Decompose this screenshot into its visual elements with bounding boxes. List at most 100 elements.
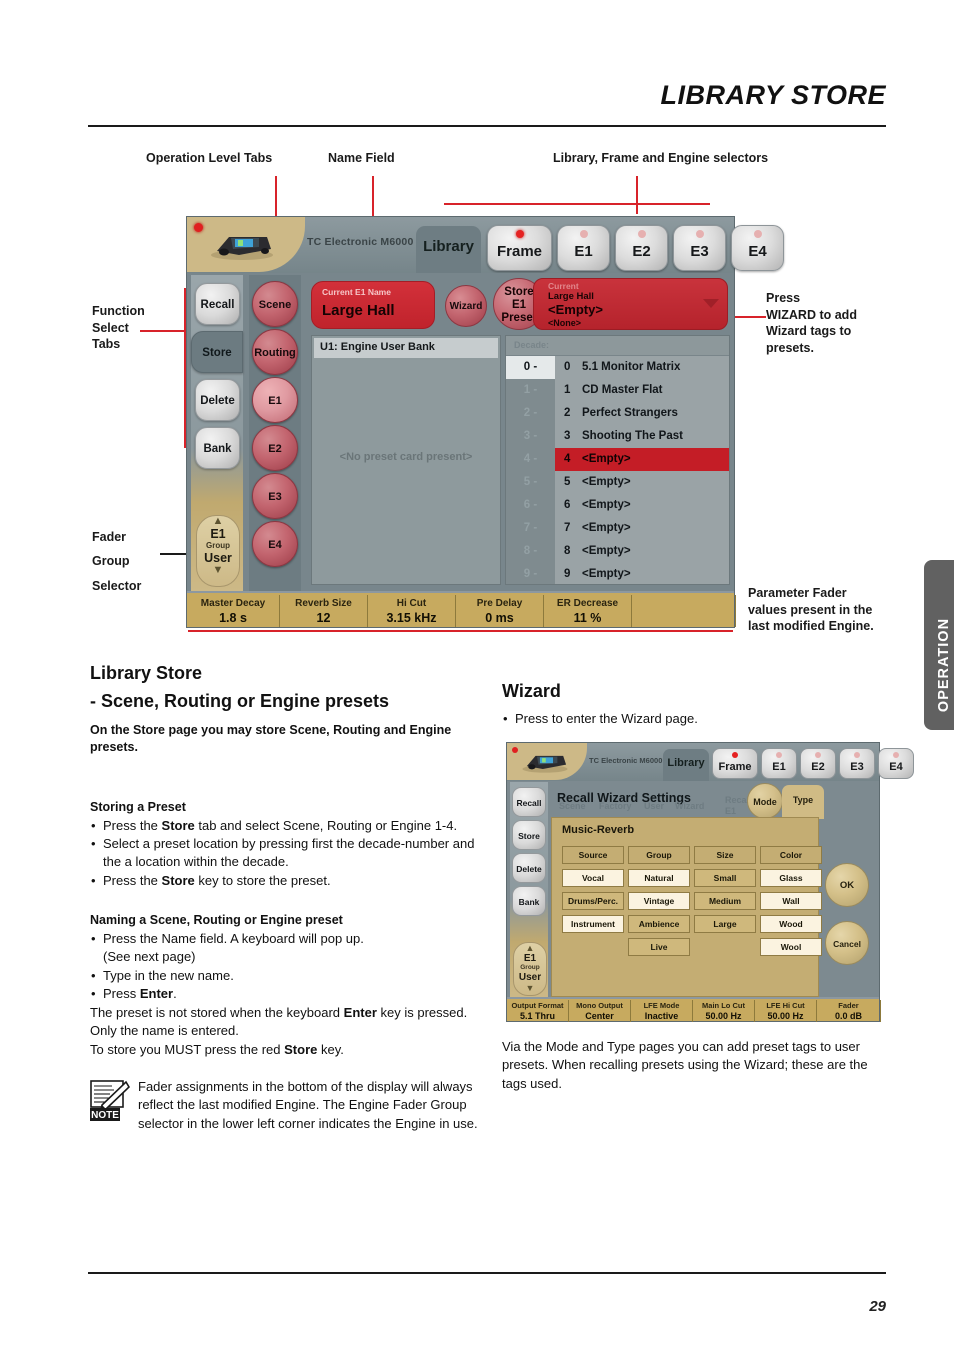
device1-tab-e1[interactable]: E1 (557, 225, 610, 271)
preset-row[interactable]: 5 - 5 <Empty> (506, 471, 729, 494)
tag-option[interactable]: Small (694, 869, 756, 887)
function-tab-recall[interactable]: Recall (512, 787, 546, 817)
decade-number[interactable]: 8 - (506, 540, 555, 563)
preset-row[interactable]: 3 - 3 Shooting The Past (506, 425, 729, 448)
tag-column-header: Source (562, 846, 624, 864)
decade-number[interactable]: 6 - (506, 494, 555, 517)
leader-lfe-v (636, 176, 638, 214)
tag-option[interactable]: Vintage (628, 892, 690, 910)
device1-tab-e4[interactable]: E4 (731, 225, 784, 271)
tag-option[interactable]: Glass (760, 869, 822, 887)
function-tab-delete[interactable]: Delete (512, 853, 546, 883)
preset-number: 4 (564, 453, 571, 465)
wizard-mode-button[interactable]: Mode (747, 783, 783, 819)
tag-option[interactable]: Drums/Perc. (562, 892, 624, 910)
tag-option[interactable]: Wall (760, 892, 822, 910)
function-tab-store[interactable]: Store (512, 820, 546, 850)
fader-group-up-icon[interactable]: ▲ (514, 943, 546, 953)
function-tab-store[interactable]: Store (191, 331, 243, 373)
fader-cell[interactable]: LFE Hi Cut 50.00 Hz (755, 1000, 817, 1022)
preset-row[interactable]: 6 - 6 <Empty> (506, 494, 729, 517)
fader-cell[interactable]: Hi Cut 3.15 kHz (368, 595, 456, 627)
device2-tab-e2[interactable]: E2 (800, 748, 836, 779)
decade-number[interactable]: 3 - (506, 425, 555, 448)
preset-row[interactable]: 4 - 4 <Empty> (506, 448, 729, 471)
side-tab-label: OPERATION (936, 617, 952, 713)
preset-row[interactable]: 7 - 7 <Empty> (506, 517, 729, 540)
fader-cell[interactable]: ER Decrease 11 % (544, 595, 632, 627)
fader-group-up-icon[interactable]: ▲ (197, 516, 239, 527)
name-field[interactable]: Current E1 Name Large Hall (311, 281, 435, 329)
fader-cell[interactable]: Main Lo Cut 50.00 Hz (693, 1000, 755, 1022)
device2-tab-frame[interactable]: Frame (712, 748, 758, 779)
fader-cell[interactable]: Output Format 5.1 Thru (507, 1000, 569, 1022)
fader-cell[interactable]: LFE Mode Inactive (631, 1000, 693, 1022)
tag-option[interactable]: Wood (760, 915, 822, 933)
device2-tab-e3[interactable]: E3 (839, 748, 875, 779)
decade-number[interactable]: 7 - (506, 517, 555, 540)
tag-option[interactable]: Ambience (628, 915, 690, 933)
preset-row[interactable]: 0 - 0 5.1 Monitor Matrix (506, 356, 729, 379)
decade-number[interactable]: 5 - (506, 471, 555, 494)
preset-row[interactable]: 9 - 9 <Empty> (506, 563, 729, 586)
e4-led-icon (753, 230, 762, 238)
device1-tab-e2[interactable]: E2 (615, 225, 668, 271)
tag-option[interactable]: Live (628, 938, 690, 956)
tag-option[interactable]: Wool (760, 938, 822, 956)
fader-group-down-icon[interactable]: ▼ (197, 565, 239, 576)
fader-group-selector[interactable]: ▲ E1 Group User ▼ (513, 942, 547, 996)
fader-value: Center (585, 1011, 614, 1021)
fader-group-user: User (204, 551, 232, 565)
selector-e4[interactable]: E4 (252, 521, 298, 567)
preset-row[interactable]: 8 - 8 <Empty> (506, 540, 729, 563)
current-preset-field[interactable]: Current Large Hall <Empty> <None> (533, 278, 728, 330)
preset-number: 7 (564, 522, 571, 534)
tag-option[interactable]: Instrument (562, 915, 624, 933)
wizard-button[interactable]: Wizard (445, 285, 487, 327)
fader-value: Inactive (644, 1011, 679, 1021)
svg-text:NOTE: NOTE (91, 1110, 119, 1121)
decade-number[interactable]: 1 - (506, 379, 555, 402)
decade-number[interactable]: 0 - (506, 356, 555, 379)
decade-number[interactable]: 2 - (506, 402, 555, 425)
selector-e3[interactable]: E3 (252, 473, 298, 519)
fader-cell[interactable]: Fader 0.0 dB (817, 1000, 881, 1022)
function-tab-bank[interactable]: Bank (512, 886, 546, 916)
device1-tab-library[interactable]: Library (416, 226, 481, 273)
device2-tab-e1[interactable]: E1 (761, 748, 797, 779)
decade-number[interactable]: 9 - (506, 563, 555, 586)
fader-cell[interactable] (632, 595, 736, 627)
function-tab-delete[interactable]: Delete (195, 379, 240, 421)
preset-row[interactable]: 1 - 1 CD Master Flat (506, 379, 729, 402)
selector-scene[interactable]: Scene (252, 281, 298, 327)
device1-function-tabs: Recall Store Delete Bank ▲ E1 Group User… (191, 275, 243, 591)
cancel-button[interactable]: Cancel (825, 921, 869, 965)
decade-number[interactable]: 4 - (506, 448, 555, 471)
device1-tab-e3[interactable]: E3 (673, 225, 726, 271)
device1-selector-column: Scene Routing E1 E2 E3 E4 (249, 275, 301, 591)
fader-cell[interactable]: Pre Delay 0 ms (456, 595, 544, 627)
tag-option[interactable]: Large (694, 915, 756, 933)
selector-e2[interactable]: E2 (252, 425, 298, 471)
function-tab-bank[interactable]: Bank (195, 427, 240, 469)
wizard-type-tab[interactable]: Type (782, 785, 824, 819)
fader-group-selector[interactable]: ▲ E1 Group User ▼ (196, 515, 240, 587)
selector-e1[interactable]: E1 (252, 377, 298, 423)
fader-cell[interactable]: Reverb Size 12 (280, 595, 368, 627)
function-tab-recall[interactable]: Recall (195, 283, 240, 325)
chevron-down-icon[interactable] (703, 299, 719, 308)
device1-logo-pad (187, 217, 305, 272)
fader-group-down-icon[interactable]: ▼ (514, 983, 546, 993)
fader-cell[interactable]: Master Decay 1.8 s (187, 595, 280, 627)
selector-routing[interactable]: Routing (252, 329, 298, 375)
ok-button[interactable]: OK (825, 863, 869, 907)
header-divider (88, 125, 886, 127)
device2-tab-library[interactable]: Library (663, 749, 709, 781)
tag-option[interactable]: Natural (628, 869, 690, 887)
device1-tab-frame[interactable]: Frame (487, 225, 552, 271)
tag-option[interactable]: Medium (694, 892, 756, 910)
device2-tab-e4[interactable]: E4 (878, 748, 914, 779)
tag-option[interactable]: Vocal (562, 869, 624, 887)
preset-row[interactable]: 2 - 2 Perfect Strangers (506, 402, 729, 425)
fader-cell[interactable]: Mono Output Center (569, 1000, 631, 1022)
